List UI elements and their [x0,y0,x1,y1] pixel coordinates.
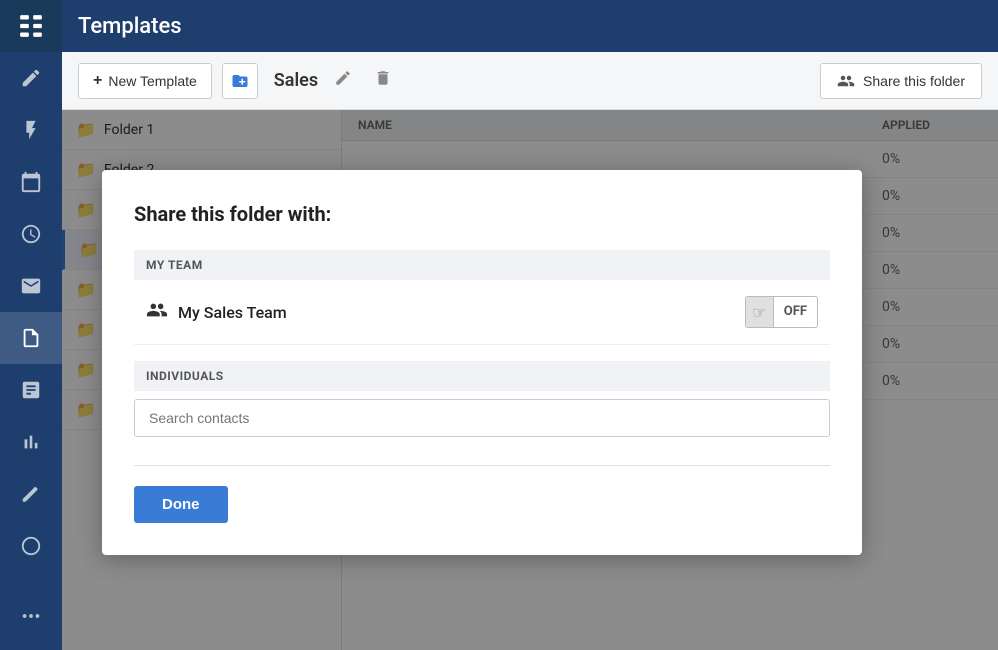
toggle-handle: ☞ [746,297,774,327]
edit-folder-icon [334,69,352,87]
email-icon [20,275,42,297]
sidebar-item-history[interactable] [0,208,62,260]
my-team-section-label: MY TEAM [134,250,830,280]
chart-icon [20,431,42,453]
pages-icon [20,379,42,401]
sidebar-item-pages[interactable] [0,364,62,416]
team-row: My Sales Team ☞ OFF [134,280,830,345]
individuals-section-label: INDIVIDUALS [134,361,830,391]
people-icon [146,299,168,321]
page-title: Templates [78,14,182,39]
sidebar-item-signature[interactable] [0,468,62,520]
share-folder-button[interactable]: Share this folder [820,63,982,99]
sidebar-item-activity[interactable] [0,104,62,156]
trash-icon [374,69,392,87]
new-template-button[interactable]: + New Template [78,63,212,99]
share-label: Share this folder [863,73,965,89]
grid-icon [18,13,44,39]
plus-icon: + [93,72,102,90]
done-button[interactable]: Done [134,486,228,523]
topbar: Templates [62,0,998,52]
delete-folder-button[interactable] [368,65,398,96]
add-folder-icon [231,72,249,90]
calendar-icon [20,171,42,193]
team-icon [146,299,168,326]
team-name: My Sales Team [178,303,735,322]
team-toggle[interactable]: ☞ OFF [745,296,818,328]
cursor-icon: ☞ [752,303,766,322]
toolbar: + New Template Sales Share this folder [62,52,998,110]
content-area: 📁 Folder 1 📁 Folder 2 📁 Folder 3 📁 Sales… [62,110,998,650]
main-area: Templates + New Template Sales Share thi… [62,0,998,650]
edit-icon [20,67,42,89]
sidebar-item-settings[interactable] [0,520,62,572]
docs-icon [20,327,42,349]
modal-divider [134,465,830,466]
lightning-icon [20,119,42,141]
modal-overlay: Share this folder with: MY TEAM My Sales… [62,110,998,650]
edit-folder-button[interactable] [328,65,358,96]
share-modal: Share this folder with: MY TEAM My Sales… [102,170,862,555]
sidebar [0,0,62,650]
search-contacts-input[interactable] [134,399,830,437]
sidebar-item-email[interactable] [0,260,62,312]
more-icon [20,605,42,627]
sidebar-item-calendar[interactable] [0,156,62,208]
pen-icon [20,483,42,505]
toggle-label: OFF [774,297,817,327]
folder-name: Sales [274,70,318,91]
modal-title: Share this folder with: [134,202,830,226]
sidebar-item-documents[interactable] [0,312,62,364]
new-template-label: New Template [108,73,196,89]
sidebar-item-reports[interactable] [0,416,62,468]
sidebar-logo [0,0,62,52]
share-icon [837,72,855,90]
sidebar-item-edit[interactable] [0,52,62,104]
circle-icon [20,535,42,557]
individuals-section: INDIVIDUALS [134,361,830,437]
clock-icon [20,223,42,245]
add-folder-button[interactable] [222,63,258,99]
sidebar-item-more[interactable] [0,590,62,642]
